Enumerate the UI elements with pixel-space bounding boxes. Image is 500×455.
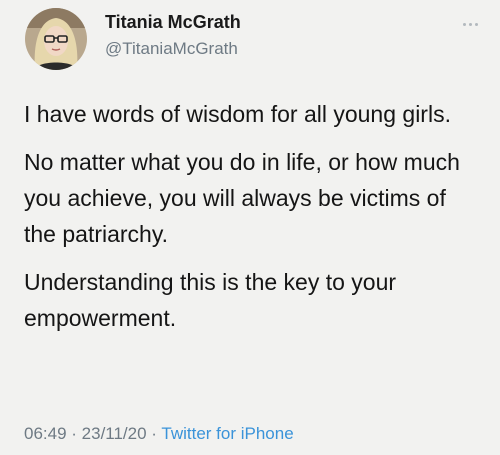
tweet-card: Titania McGrath @TitaniaMcGrath I have w… [0, 0, 500, 455]
author-handle[interactable]: @TitaniaMcGrath [105, 39, 238, 59]
tweet-paragraph: No matter what you do in life, or how mu… [24, 149, 460, 247]
tweet-time: 06:49 [24, 424, 67, 443]
tweet-text: I have words of wisdom for all young gir… [24, 96, 484, 348]
avatar[interactable] [25, 8, 87, 70]
tweet-source-link[interactable]: Twitter for iPhone [161, 424, 293, 443]
meta-separator: · [146, 424, 162, 443]
meta-separator: · [66, 424, 82, 443]
more-horizontal-icon[interactable] [455, 14, 485, 34]
tweet-paragraph: I have words of wisdom for all young gir… [24, 101, 451, 127]
tweet-date: 23/11/20 [81, 424, 147, 443]
avatar-image [25, 8, 87, 70]
more-dot [474, 22, 478, 26]
more-dot [462, 22, 466, 26]
tweet-meta: 06:49 · 23/11/20 · Twitter for iPhone [24, 424, 294, 444]
author-name[interactable]: Titania McGrath [105, 12, 241, 33]
more-dot [468, 22, 472, 26]
tweet-paragraph: Understanding this is the key to your em… [24, 269, 397, 331]
